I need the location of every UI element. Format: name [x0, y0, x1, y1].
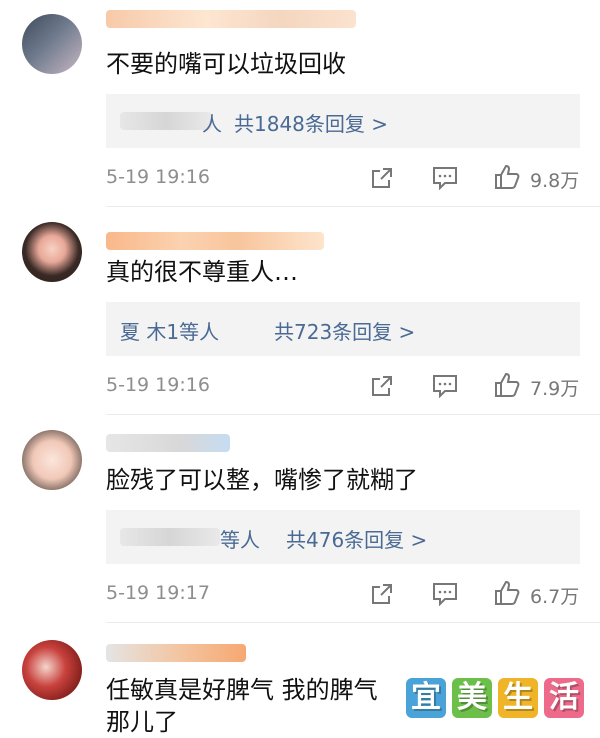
watermark-char: 美 — [452, 678, 492, 718]
comment-text: 不要的嘴可以垃圾回收 — [106, 50, 346, 78]
avatar[interactable] — [22, 222, 82, 282]
username-blurred[interactable] — [106, 228, 324, 252]
share-icon[interactable] — [370, 166, 394, 190]
reply-count-link[interactable]: 共723条回复 > — [274, 316, 415, 345]
watermark-char: 宜 — [406, 678, 446, 718]
like-count: 7.9万 — [530, 378, 580, 400]
reply-summary[interactable]: 夏 木1等人 共723条回复 > — [106, 302, 580, 356]
comment-icon[interactable] — [432, 582, 458, 606]
reply-users: 夏 木1等人 — [120, 320, 220, 344]
reply-count-link[interactable]: 共1848条回复 > — [234, 108, 388, 137]
avatar[interactable] — [22, 430, 82, 490]
watermark-char: 生 — [498, 678, 538, 718]
divider — [106, 622, 600, 623]
comment-text: 脸残了可以整，嘴惨了就糊了 — [106, 466, 418, 494]
username-blurred[interactable] — [106, 6, 356, 30]
like-count: 9.8万 — [530, 170, 580, 192]
avatar[interactable] — [22, 640, 82, 700]
reply-users: 人 — [202, 112, 222, 136]
avatar[interactable] — [22, 14, 82, 74]
comment-time: 5-19 19:16 — [106, 166, 210, 188]
comment-text-line1: 任敏真是好脾气 我的脾气 — [106, 676, 378, 704]
username-blurred[interactable] — [106, 640, 246, 664]
like-count: 6.7万 — [530, 586, 580, 608]
comment-text-line2: 那儿了 — [106, 708, 178, 736]
comment-icon[interactable] — [432, 166, 458, 190]
comment-icon[interactable] — [432, 374, 458, 398]
reply-count-link[interactable]: 共476条回复 > — [286, 524, 427, 553]
comment-text: 真的很不尊重人… — [106, 258, 298, 286]
watermark-char: 活 — [544, 678, 584, 718]
watermark: 宜 美 生 活 — [406, 678, 584, 718]
divider — [106, 414, 600, 415]
like-icon[interactable] — [494, 164, 520, 190]
reply-summary[interactable]: 等人 共476条回复 > — [106, 510, 580, 564]
reply-summary[interactable]: 人 共1848条回复 > — [106, 94, 580, 148]
reply-users: 等人 — [220, 528, 260, 552]
share-icon[interactable] — [370, 374, 394, 398]
like-icon[interactable] — [494, 372, 520, 398]
like-icon[interactable] — [494, 580, 520, 606]
divider — [106, 206, 600, 207]
comment-time: 5-19 19:17 — [106, 582, 210, 604]
comment-time: 5-19 19:16 — [106, 374, 210, 396]
share-icon[interactable] — [370, 582, 394, 606]
username-blurred[interactable] — [106, 430, 230, 454]
